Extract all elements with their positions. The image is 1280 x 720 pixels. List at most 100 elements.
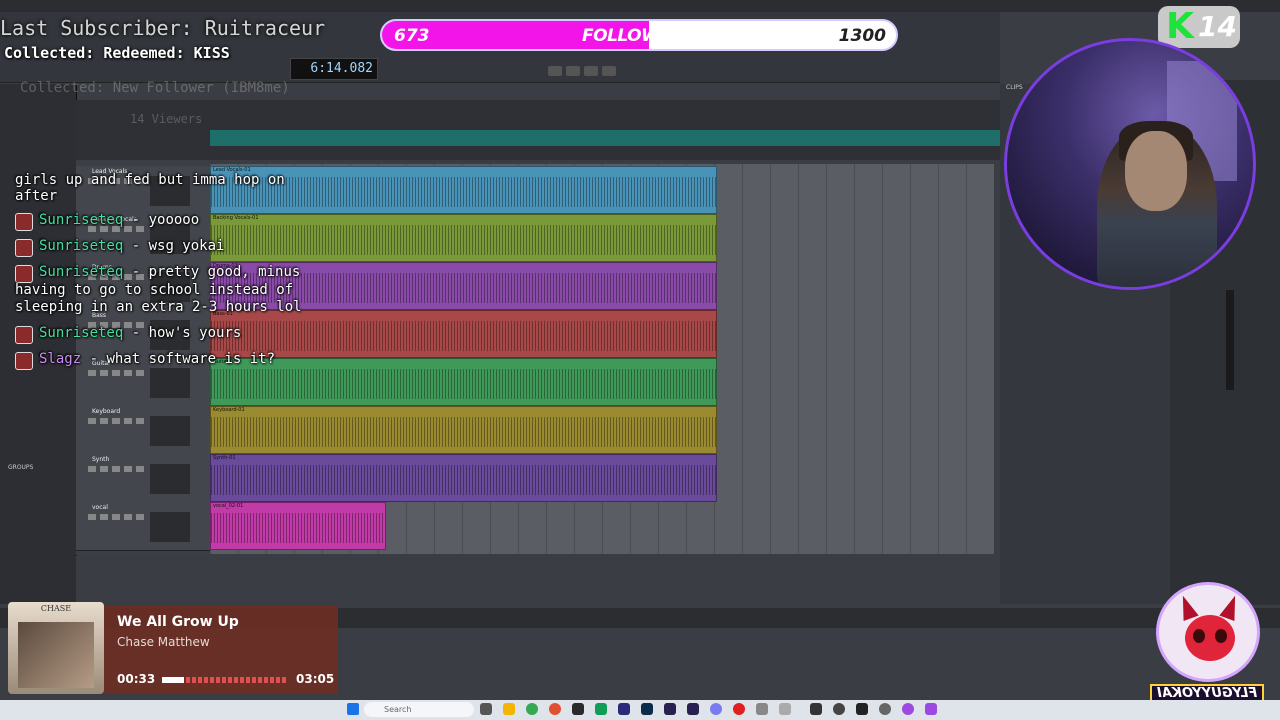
track-buttons[interactable] bbox=[88, 370, 148, 376]
track-buttons[interactable] bbox=[88, 418, 148, 424]
track-header-row[interactable]: Keyboard bbox=[76, 406, 210, 455]
app-icon-green[interactable] bbox=[595, 703, 607, 715]
file-explorer-icon[interactable] bbox=[503, 703, 515, 715]
track-volume-pan[interactable] bbox=[150, 512, 190, 542]
track-name[interactable]: vocal bbox=[92, 504, 108, 511]
waveform bbox=[211, 417, 716, 447]
chat-user-avatar bbox=[15, 326, 33, 344]
chat-message: sleeping in an extra 2-3 hours lol bbox=[15, 299, 302, 315]
mascot-left-horn bbox=[1175, 592, 1199, 622]
twitch-icon[interactable] bbox=[902, 703, 914, 715]
song-artist: Chase Matthew bbox=[117, 635, 210, 649]
chat-message: Sunriseteq - how's yours bbox=[39, 325, 241, 341]
record-button[interactable] bbox=[602, 66, 616, 76]
daw-title-bar bbox=[0, 0, 1280, 12]
app-icon-blue[interactable] bbox=[710, 703, 722, 715]
audio-clip[interactable]: Bass-01 bbox=[210, 310, 717, 358]
audio-clip[interactable]: Keyboard-01 bbox=[210, 406, 717, 454]
audio-clip[interactable]: Lead Vocals-01 bbox=[210, 166, 717, 214]
track-buttons[interactable] bbox=[88, 466, 148, 472]
chrome-icon[interactable] bbox=[526, 703, 538, 715]
tracks-list-panel: GROUPS bbox=[0, 84, 77, 604]
audio-clip-name: Synth-01 bbox=[213, 455, 236, 461]
obs-icon[interactable] bbox=[810, 703, 822, 715]
track-volume-pan[interactable] bbox=[150, 416, 190, 446]
chat-message: Sunriseteq - yooooo bbox=[39, 212, 199, 228]
app-icon-purple[interactable] bbox=[664, 703, 676, 715]
track-header-row[interactable]: vocal bbox=[76, 502, 210, 551]
chat-user-avatar bbox=[15, 265, 33, 283]
app-icon-light[interactable] bbox=[779, 703, 791, 715]
chat-separator: - bbox=[123, 212, 149, 228]
app-icon-round[interactable] bbox=[879, 703, 891, 715]
chat-message: Slagz - what software is it? bbox=[39, 351, 275, 367]
youtube-icon[interactable] bbox=[733, 703, 745, 715]
taskbar-search-input[interactable]: Search bbox=[364, 702, 474, 717]
app-icon-gray[interactable] bbox=[756, 703, 768, 715]
track-volume-pan[interactable] bbox=[150, 464, 190, 494]
main-counter[interactable]: 6:14.082 bbox=[290, 58, 378, 80]
track-header-row[interactable]: Synth bbox=[76, 454, 210, 503]
followers-label: FOLLOWERS bbox=[582, 26, 695, 46]
chat-message: girls up and fed but imma hop on bbox=[15, 172, 285, 188]
track-name[interactable]: Synth bbox=[92, 456, 109, 463]
app-icon-dark[interactable] bbox=[572, 703, 584, 715]
mascot-right-horn bbox=[1219, 592, 1243, 622]
app-icon-violet[interactable] bbox=[925, 703, 937, 715]
chat-message: having to go to school instead of bbox=[15, 282, 293, 298]
audio-clip[interactable]: Backing Vocals-01 bbox=[210, 214, 717, 262]
track-volume-pan[interactable] bbox=[150, 368, 190, 398]
chat-text: wsg yokai bbox=[148, 238, 225, 254]
audio-clip[interactable]: Guitar-01 bbox=[210, 358, 717, 406]
chat-text: yooooo bbox=[148, 212, 200, 228]
stop-button[interactable] bbox=[566, 66, 580, 76]
song-duration: 03:05 bbox=[296, 672, 335, 686]
chat-username: Sunriseteq bbox=[39, 238, 124, 254]
chat-separator: - bbox=[123, 238, 149, 254]
chat-separator: - bbox=[123, 264, 149, 280]
groups-label: GROUPS bbox=[8, 464, 34, 471]
album-art-text: CHASE bbox=[40, 604, 72, 613]
waveform bbox=[211, 177, 716, 207]
task-view-icon[interactable] bbox=[480, 703, 492, 715]
chat-text: what software is it? bbox=[106, 351, 276, 367]
app-icon-circle[interactable] bbox=[833, 703, 845, 715]
app-icon-black[interactable] bbox=[856, 703, 868, 715]
chat-text: pretty good, minus bbox=[148, 264, 301, 280]
last-subscriber-text: Last Subscriber: Ruitraceur bbox=[0, 16, 326, 40]
photoshop-icon[interactable] bbox=[641, 703, 653, 715]
logo-k: K bbox=[1166, 6, 1194, 47]
animate-icon[interactable] bbox=[687, 703, 699, 715]
chat-user-avatar bbox=[15, 213, 33, 231]
windows-start-icon[interactable] bbox=[347, 703, 359, 715]
chat-message: after bbox=[15, 188, 57, 204]
audio-clip-name: vocal_02-01 bbox=[213, 503, 244, 509]
chat-user-avatar bbox=[15, 239, 33, 257]
waveform bbox=[211, 225, 716, 255]
chat-username: Sunriseteq bbox=[39, 325, 124, 341]
volume-fader[interactable] bbox=[1226, 290, 1234, 390]
windows-taskbar bbox=[0, 700, 1280, 720]
chat-text: after bbox=[15, 188, 58, 204]
track-name[interactable]: Keyboard bbox=[92, 408, 120, 415]
waveform bbox=[211, 465, 716, 495]
chat-text: how's yours bbox=[148, 325, 242, 341]
rewind-button[interactable] bbox=[548, 66, 562, 76]
followers-target: 1300 bbox=[838, 26, 886, 46]
audio-clip[interactable]: vocal_02-01 bbox=[210, 502, 386, 550]
viewers-text: 14 Viewers bbox=[130, 112, 203, 126]
chat-username: Slagz bbox=[39, 351, 82, 367]
play-button[interactable] bbox=[584, 66, 598, 76]
collected-redeemed-text: Collected: Redeemed: KISS bbox=[4, 44, 230, 62]
audio-clip-name: Keyboard-01 bbox=[213, 407, 245, 413]
album-art-photo bbox=[18, 622, 94, 688]
track-buttons[interactable] bbox=[88, 514, 148, 520]
premiere-icon[interactable] bbox=[618, 703, 630, 715]
webcam-feed bbox=[1004, 38, 1256, 290]
app-icon-red[interactable] bbox=[549, 703, 561, 715]
song-current-time: 00:33 bbox=[117, 672, 156, 686]
mascot-avatar bbox=[1156, 582, 1260, 682]
chat-message: Sunriseteq - wsg yokai bbox=[39, 238, 224, 254]
audio-clip[interactable]: Synth-01 bbox=[210, 454, 717, 502]
logo-number: 14 bbox=[1198, 10, 1237, 43]
